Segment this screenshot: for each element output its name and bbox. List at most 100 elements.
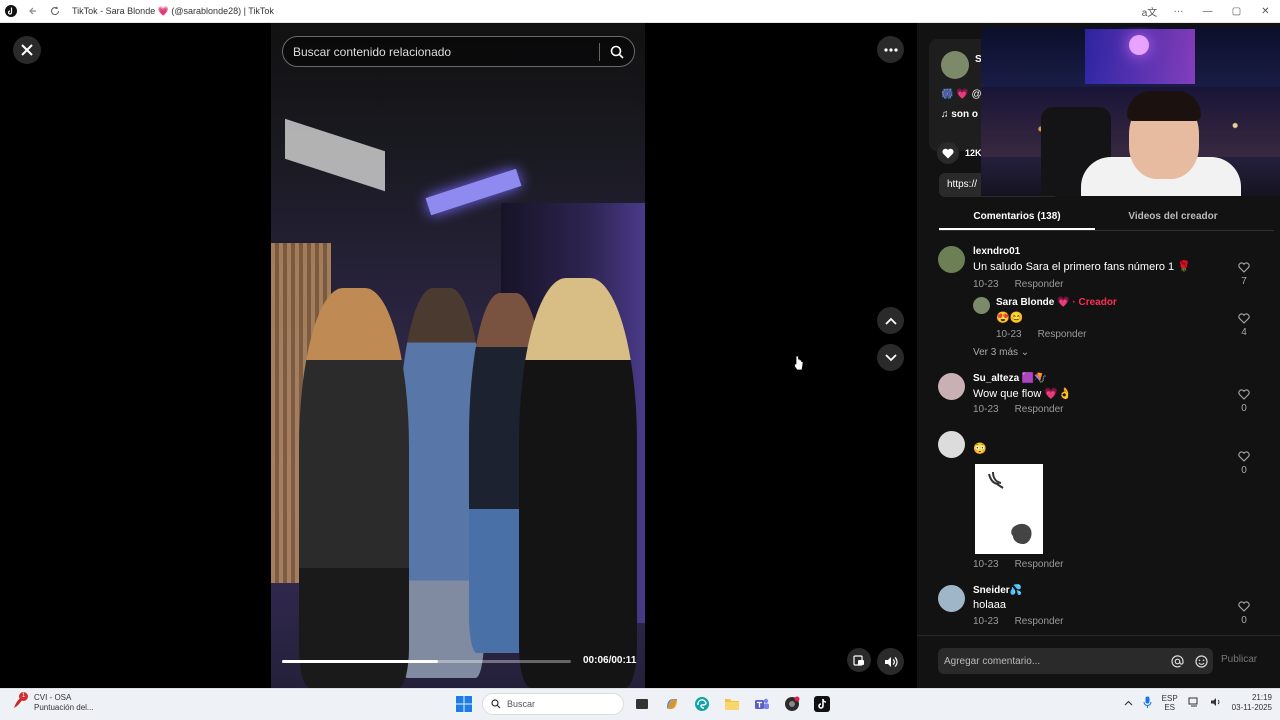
comment-like-count: 7 [1241, 276, 1247, 287]
file-explorer-icon[interactable] [720, 692, 744, 716]
windows-icon [456, 696, 472, 712]
avatar[interactable] [973, 297, 990, 314]
microphone-icon[interactable] [1143, 696, 1152, 710]
comment-username[interactable]: lexndro01 [973, 246, 1020, 257]
mention-icon[interactable] [1165, 654, 1189, 668]
close-window-button[interactable]: ✕ [1251, 6, 1280, 17]
news-widget[interactable]: 1 CVI - OSA Puntuación del... [10, 692, 94, 713]
tiktok-app-icon [0, 0, 22, 23]
previous-video-button[interactable] [877, 307, 904, 334]
chevron-up-icon[interactable] [1124, 699, 1133, 708]
comment-meta: 10-23 Responder [973, 559, 1080, 570]
language-bottom: ES [1164, 703, 1175, 712]
window-titlebar: TikTok - Sara Blonde 💗 (@sarablonde28) |… [0, 0, 1280, 23]
volume-icon [884, 656, 898, 667]
reload-icon[interactable] [44, 0, 66, 23]
heart-outline-icon [1238, 601, 1250, 612]
panel-tabs: Comentarios (138) Videos del creador [939, 207, 1274, 231]
video-person [299, 288, 409, 688]
comment-list: lexndro01 Un saludo Sara el primero fans… [917, 235, 1280, 635]
comment-item: Su_alteza 🟪🪁 Wow que flow 💗👌 10-23 Respon… [938, 373, 1268, 418]
translate-icon[interactable]: a文 [1135, 4, 1164, 19]
comment-like-count: 0 [1241, 615, 1247, 626]
video-person [519, 278, 637, 688]
tab-comments[interactable]: Comentarios (138) [939, 207, 1095, 230]
search-icon[interactable] [600, 45, 634, 59]
comment-text: 😳 [973, 443, 987, 455]
copilot-icon[interactable] [660, 692, 684, 716]
taskbar-search[interactable]: Buscar [482, 693, 624, 715]
video-description: 🎆 💗 @ [941, 89, 982, 100]
reply-text: 😍😊 [996, 312, 1024, 324]
reply-button[interactable]: Responder [1015, 404, 1064, 415]
reply-date: 10-23 [996, 329, 1022, 340]
creator-avatar[interactable] [941, 51, 969, 79]
view-more-replies[interactable]: Ver 3 más ⌄ [973, 347, 1029, 358]
related-search-input[interactable] [283, 44, 599, 59]
task-view-icon[interactable] [630, 692, 654, 716]
tiktok-taskbar-icon[interactable] [810, 692, 834, 716]
webcam-moon-light [1129, 35, 1149, 55]
obs-recording-icon[interactable] [780, 692, 804, 716]
video-progress-bar[interactable] [282, 660, 571, 663]
comment-sticker-image[interactable] [975, 464, 1043, 554]
comment-like[interactable]: 0 [1234, 389, 1254, 414]
reply-like[interactable]: 4 [1234, 313, 1254, 338]
avatar[interactable] [938, 246, 965, 273]
system-clock[interactable]: 21:19 03-11-2025 [1232, 693, 1272, 713]
window-title: TikTok - Sara Blonde 💗 (@sarablonde28) |… [72, 5, 274, 16]
comment-like[interactable]: 7 [1234, 262, 1254, 287]
avatar[interactable] [938, 373, 965, 400]
music-label[interactable]: ♫ son o [941, 109, 978, 120]
language-top: ESP [1161, 694, 1178, 703]
back-arrow-icon[interactable] [22, 0, 44, 23]
comment-username[interactable]: Su_alteza 🟪🪁 [973, 373, 1047, 384]
volume-button[interactable] [877, 648, 904, 675]
start-button[interactable] [452, 692, 476, 716]
comment-input-box[interactable] [938, 648, 1213, 674]
comment-text: Wow que flow 💗👌 [973, 388, 1072, 400]
related-search-box[interactable] [282, 36, 635, 67]
video-player[interactable]: 00:06/00:11 [271, 23, 645, 688]
tab-creator-videos[interactable]: Videos del creador [1095, 207, 1251, 230]
comment-like[interactable]: 0 [1234, 451, 1254, 476]
clock-time: 21:19 [1251, 693, 1272, 702]
reply-button[interactable]: Responder [1015, 279, 1064, 290]
reply-button[interactable]: Responder [1015, 559, 1064, 570]
comment-meta: 10-23 Responder [973, 404, 1080, 415]
taskbar: 1 CVI - OSA Puntuación del... Buscar ESP… [0, 688, 1280, 720]
widget-icon: 1 [10, 692, 28, 712]
more-options-button[interactable] [877, 36, 904, 63]
comment-input[interactable] [938, 655, 1165, 667]
teams-icon[interactable] [750, 692, 774, 716]
heart-icon[interactable] [937, 142, 959, 164]
heart-outline-icon [1238, 451, 1250, 462]
like-action[interactable]: 12K [937, 142, 982, 164]
avatar[interactable] [938, 431, 965, 458]
speaker-icon[interactable] [1210, 697, 1222, 709]
next-video-button[interactable] [877, 344, 904, 371]
reply-button[interactable]: Responder [1015, 616, 1064, 627]
picture-in-picture-button[interactable] [847, 648, 871, 672]
comment-username[interactable]: Sneider💦 [973, 585, 1022, 596]
comment-like[interactable]: 0 [1234, 601, 1254, 626]
webcam-person-hair [1127, 91, 1201, 121]
close-icon [21, 44, 33, 56]
maximize-button[interactable]: ▢ [1222, 6, 1251, 17]
publish-button[interactable]: Publicar [1221, 654, 1257, 665]
network-icon[interactable] [1188, 697, 1200, 710]
more-options-icon[interactable]: ··· [1164, 6, 1193, 17]
clock-date: 03-11-2025 [1231, 703, 1272, 712]
close-video-button[interactable] [13, 36, 41, 64]
taskbar-search-label: Buscar [507, 699, 536, 709]
reply-button[interactable]: Responder [1038, 329, 1087, 340]
language-indicator[interactable]: ESP ES [1162, 694, 1178, 712]
minimize-button[interactable]: — [1193, 6, 1222, 17]
comment-date: 10-23 [973, 559, 999, 570]
reply-like-count: 4 [1241, 327, 1247, 338]
reply-username[interactable]: Sara Blonde 💗 · Creador [996, 297, 1117, 308]
dots-icon [883, 47, 898, 52]
edge-browser-icon[interactable] [690, 692, 714, 716]
emoji-icon[interactable] [1189, 654, 1213, 668]
avatar[interactable] [938, 585, 965, 612]
